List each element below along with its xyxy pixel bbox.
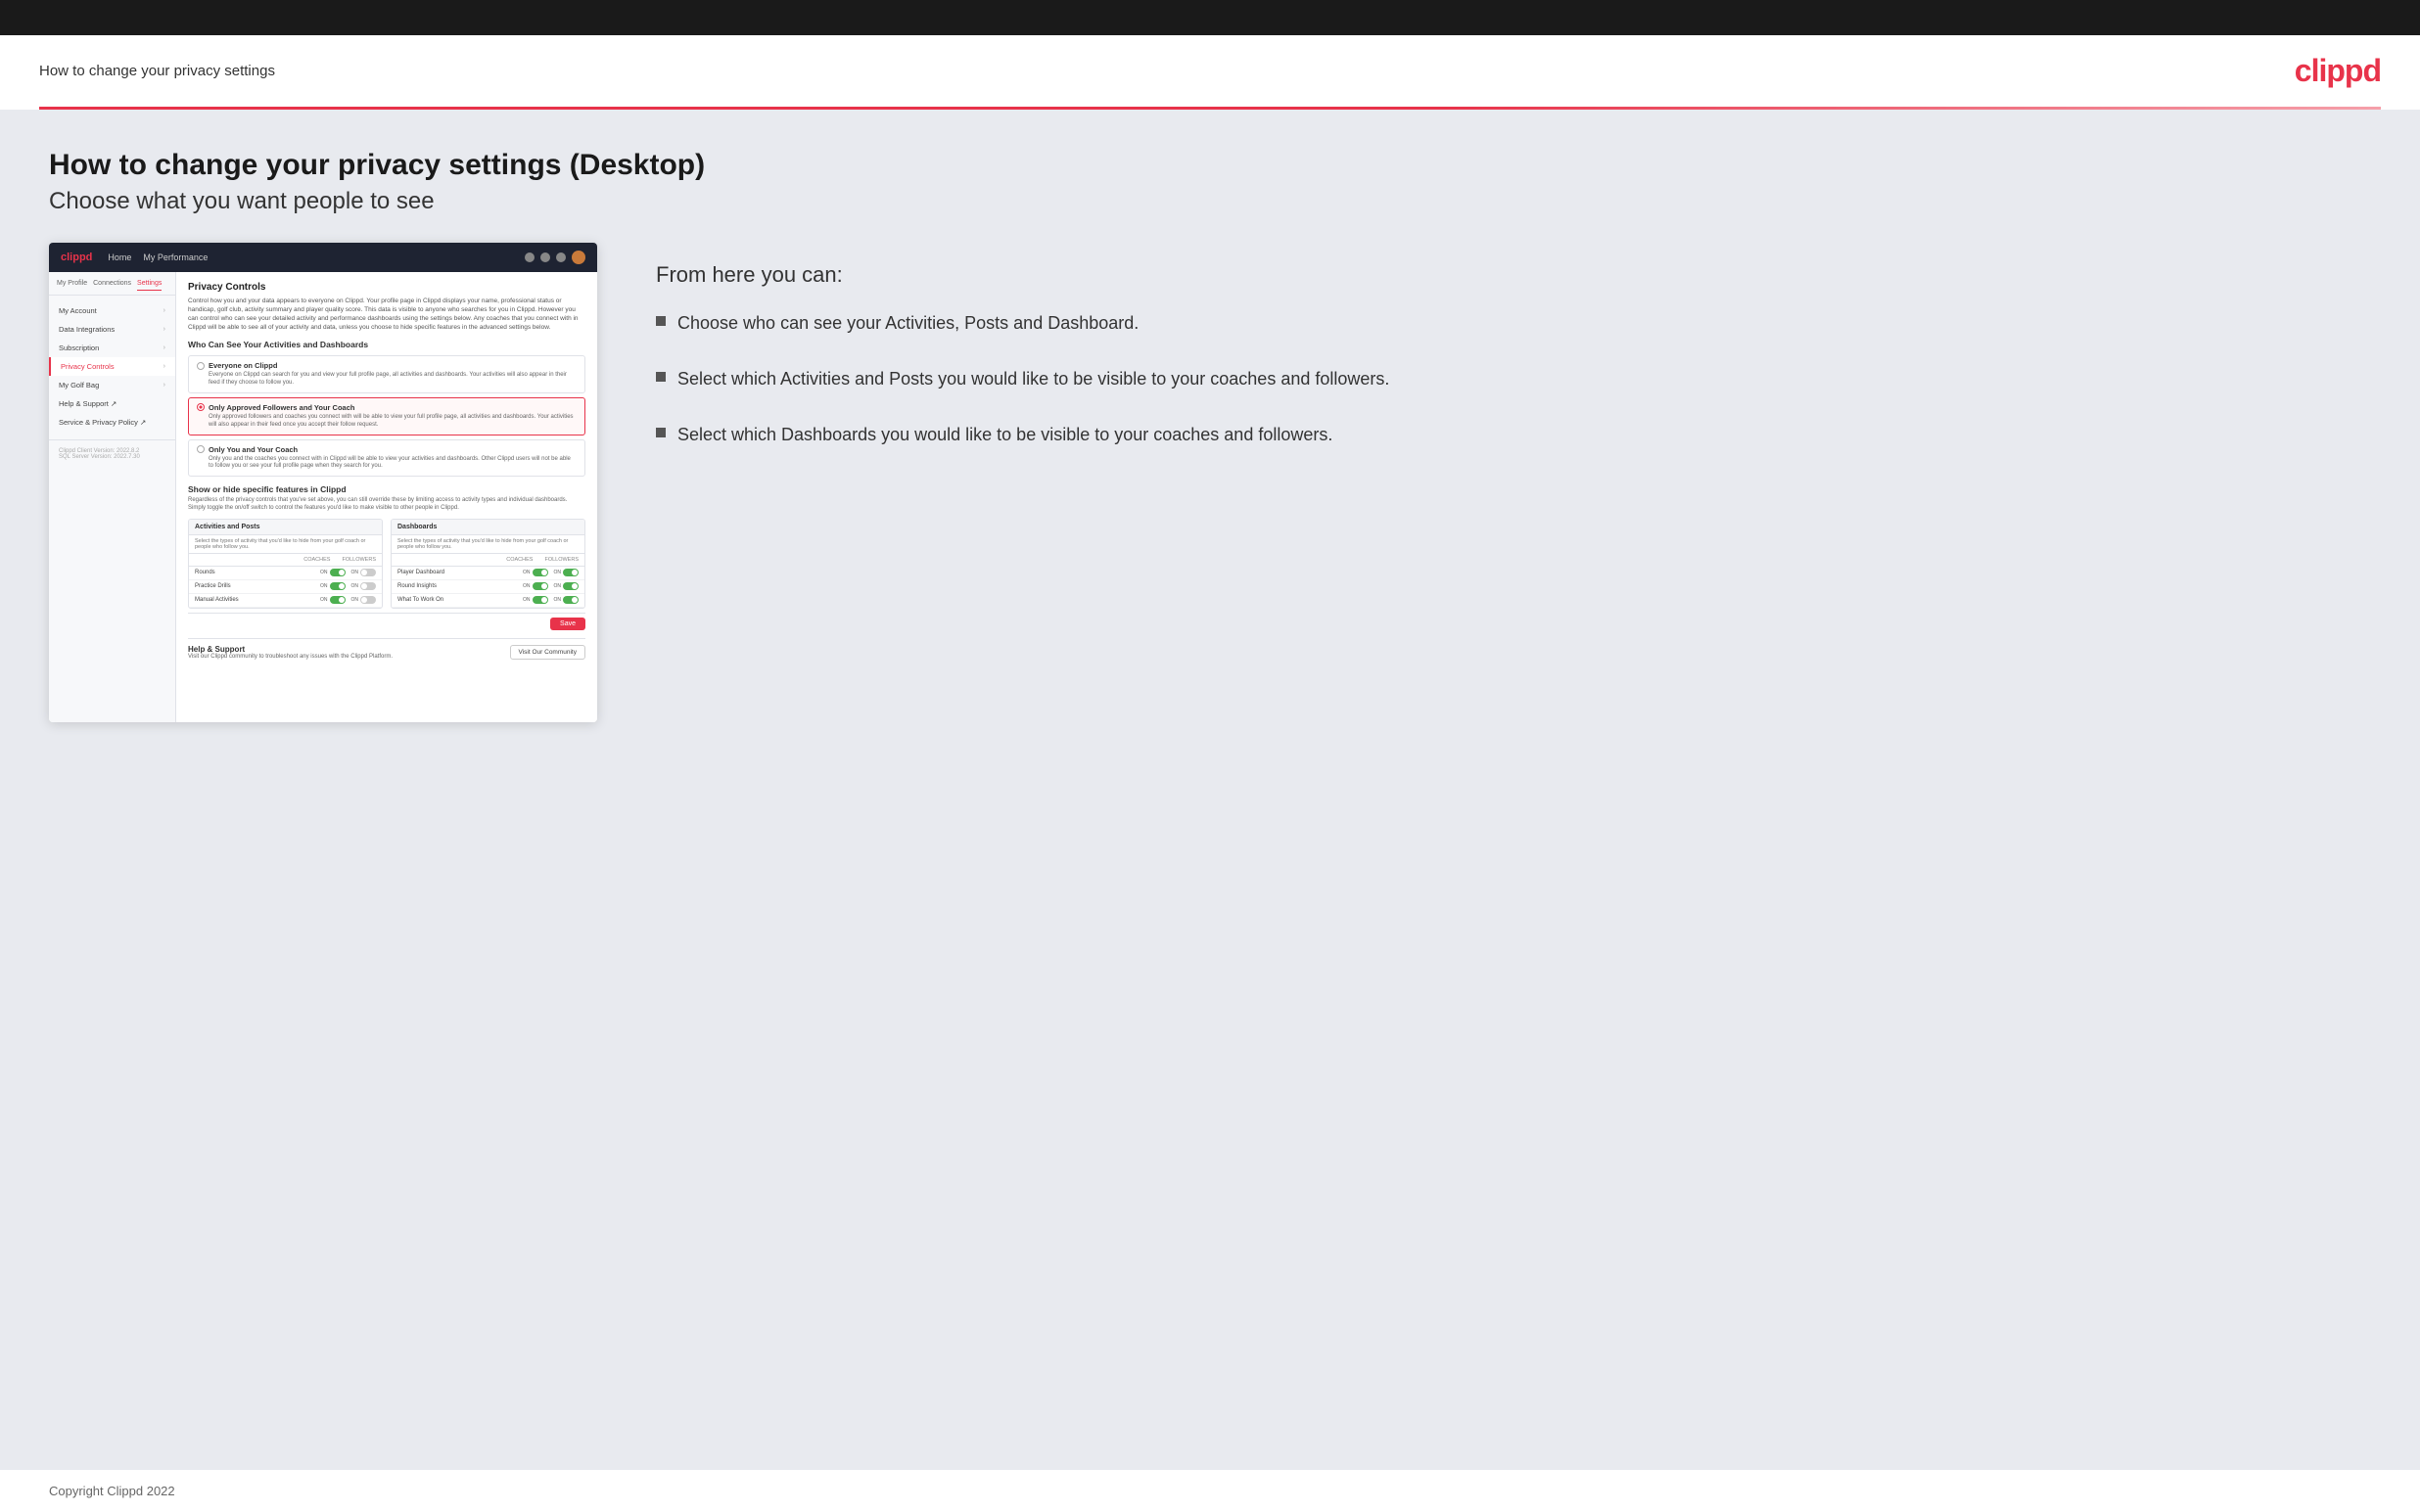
mock-activities-header: Activities and Posts <box>189 520 382 535</box>
mock-toggle-manual-coach[interactable] <box>330 596 346 604</box>
mock-sidebar-footer: Clippd Client Version: 2022.8.2 SQL Serv… <box>49 439 175 464</box>
bullet-item-2: Select which Activities and Posts you wo… <box>656 367 2351 391</box>
mock-save-row: Save <box>188 613 585 634</box>
mock-activities-subheader: COACHES FOLLOWERS <box>189 554 382 567</box>
mock-save-button[interactable]: Save <box>550 618 585 630</box>
mock-search-icon <box>525 252 535 262</box>
bullet-square-3 <box>656 428 666 437</box>
mock-toggle-rounds-follower[interactable] <box>360 569 376 576</box>
mock-navbar: clippd Home My Performance <box>49 243 597 272</box>
mock-radio-everyone: Everyone on Clippd Everyone on Clippd ca… <box>188 355 585 393</box>
mock-avatar <box>572 251 585 264</box>
page-subheading: Choose what you want people to see <box>49 188 2371 215</box>
header: How to change your privacy settings clip… <box>0 35 2420 107</box>
footer: Copyright Clippd 2022 <box>0 1470 2420 1512</box>
mock-body: My Profile Connections Settings My Accou… <box>49 272 597 722</box>
mock-sidebar-privacycontrols: Privacy Controls › <box>49 357 175 376</box>
mock-chevron-privacy: › <box>163 363 165 370</box>
mock-table-activities: Activities and Posts Select the types of… <box>188 519 383 609</box>
mock-dashboards-header: Dashboards <box>392 520 584 535</box>
logo: clippd <box>2295 53 2381 89</box>
mock-sidebar-helpsupport: Help & Support ↗ <box>49 394 175 413</box>
main-content: How to change your privacy settings (Des… <box>0 110 2420 1470</box>
mock-toggle-player-coach[interactable] <box>533 569 548 576</box>
mock-main-content: Privacy Controls Control how you and you… <box>176 272 597 722</box>
mock-sidebar-mygolfbag: My Golf Bag › <box>49 376 175 394</box>
mock-help-desc: Visit our Clippd community to troublesho… <box>188 654 393 660</box>
right-panel: From here you can: Choose who can see yo… <box>636 243 2371 480</box>
mock-profile-tabs: My Profile Connections Settings <box>49 280 175 296</box>
mock-nav-icons <box>525 251 585 264</box>
page-heading: How to change your privacy settings (Des… <box>49 149 2371 182</box>
copyright-text: Copyright Clippd 2022 <box>49 1484 175 1498</box>
mock-dashboards-subheader: COACHES FOLLOWERS <box>392 554 584 567</box>
screenshot-mockup: clippd Home My Performance My Profile Co… <box>49 243 597 722</box>
mock-radio-group: Everyone on Clippd Everyone on Clippd ca… <box>188 355 585 477</box>
mock-chevron-myaccount: › <box>163 307 165 314</box>
mock-row-rounds: Rounds ON ON <box>189 567 382 580</box>
mock-chevron-dataintegrations: › <box>163 326 165 333</box>
content-row: clippd Home My Performance My Profile Co… <box>49 243 2371 722</box>
bullet-list: Choose who can see your Activities, Post… <box>656 311 2351 448</box>
header-title: How to change your privacy settings <box>39 63 275 79</box>
mock-radio-dot-onlyyou <box>197 445 205 453</box>
mock-toggle-roundinsights-coach[interactable] <box>533 582 548 590</box>
mock-showhide-desc: Regardless of the privacy controls that … <box>188 497 585 513</box>
mock-logo: clippd <box>61 252 92 263</box>
bullet-item-3: Select which Dashboards you would like t… <box>656 423 2351 447</box>
mock-row-playerdashboard: Player Dashboard ON ON <box>392 567 584 580</box>
bullet-item-1: Choose who can see your Activities, Post… <box>656 311 2351 336</box>
mock-showhide-title: Show or hide specific features in Clippd <box>188 484 585 494</box>
mock-sidebar-subscription: Subscription › <box>49 339 175 357</box>
mock-row-manual: Manual Activities ON ON <box>189 594 382 608</box>
mock-sidebar-dataintegrations: Data Integrations › <box>49 320 175 339</box>
mock-visit-button[interactable]: Visit Our Community <box>510 645 585 660</box>
mock-sidebar-serviceprivacy: Service & Privacy Policy ↗ <box>49 413 175 432</box>
mock-nav-home: Home <box>108 252 131 262</box>
mock-radio-dot-approved <box>197 403 205 411</box>
mock-row-whattowork: What To Work On ON ON <box>392 594 584 608</box>
mock-grid-icon <box>540 252 550 262</box>
mock-nav-performance: My Performance <box>143 252 208 262</box>
mock-radio-dot-everyone <box>197 362 205 370</box>
from-here-text: From here you can: <box>656 262 2351 288</box>
bullet-square-2 <box>656 372 666 382</box>
mock-help-title: Help & Support <box>188 645 393 654</box>
mock-toggle-player-follower[interactable] <box>563 569 579 576</box>
mock-tab-connections: Connections <box>93 280 131 291</box>
mock-toggle-roundinsights-follower[interactable] <box>563 582 579 590</box>
mock-tab-settings: Settings <box>137 280 162 291</box>
mock-toggle-drills-coach[interactable] <box>330 582 346 590</box>
mock-privacy-title: Privacy Controls <box>188 282 585 293</box>
mock-toggle-manual-follower[interactable] <box>360 596 376 604</box>
mock-tab-myprofile: My Profile <box>57 280 87 291</box>
mock-chevron-golfbag: › <box>163 382 165 389</box>
mock-toggle-rounds-coach[interactable] <box>330 569 346 576</box>
top-bar <box>0 0 2420 35</box>
mock-toggle-tables: Activities and Posts Select the types of… <box>188 519 585 609</box>
mock-help-row: Help & Support Visit our Clippd communit… <box>188 638 585 665</box>
mock-chevron-subscription: › <box>163 344 165 351</box>
mock-row-practicedrills: Practice Drills ON ON <box>189 580 382 594</box>
mock-sidebar: My Profile Connections Settings My Accou… <box>49 272 176 722</box>
bullet-square-1 <box>656 316 666 326</box>
mock-radio-approved: Only Approved Followers and Your Coach O… <box>188 397 585 435</box>
mock-who-title: Who Can See Your Activities and Dashboar… <box>188 340 585 349</box>
mock-radio-onlyyou: Only You and Your Coach Only you and the… <box>188 439 585 478</box>
mock-toggle-whattowork-follower[interactable] <box>563 596 579 604</box>
mock-toggle-whattowork-coach[interactable] <box>533 596 548 604</box>
mock-table-dashboards: Dashboards Select the types of activity … <box>391 519 585 609</box>
mock-privacy-desc: Control how you and your data appears to… <box>188 297 585 332</box>
mock-row-roundinsights: Round Insights ON ON <box>392 580 584 594</box>
mock-toggle-drills-follower[interactable] <box>360 582 376 590</box>
mock-sidebar-myaccount: My Account › <box>49 301 175 320</box>
mock-bell-icon <box>556 252 566 262</box>
